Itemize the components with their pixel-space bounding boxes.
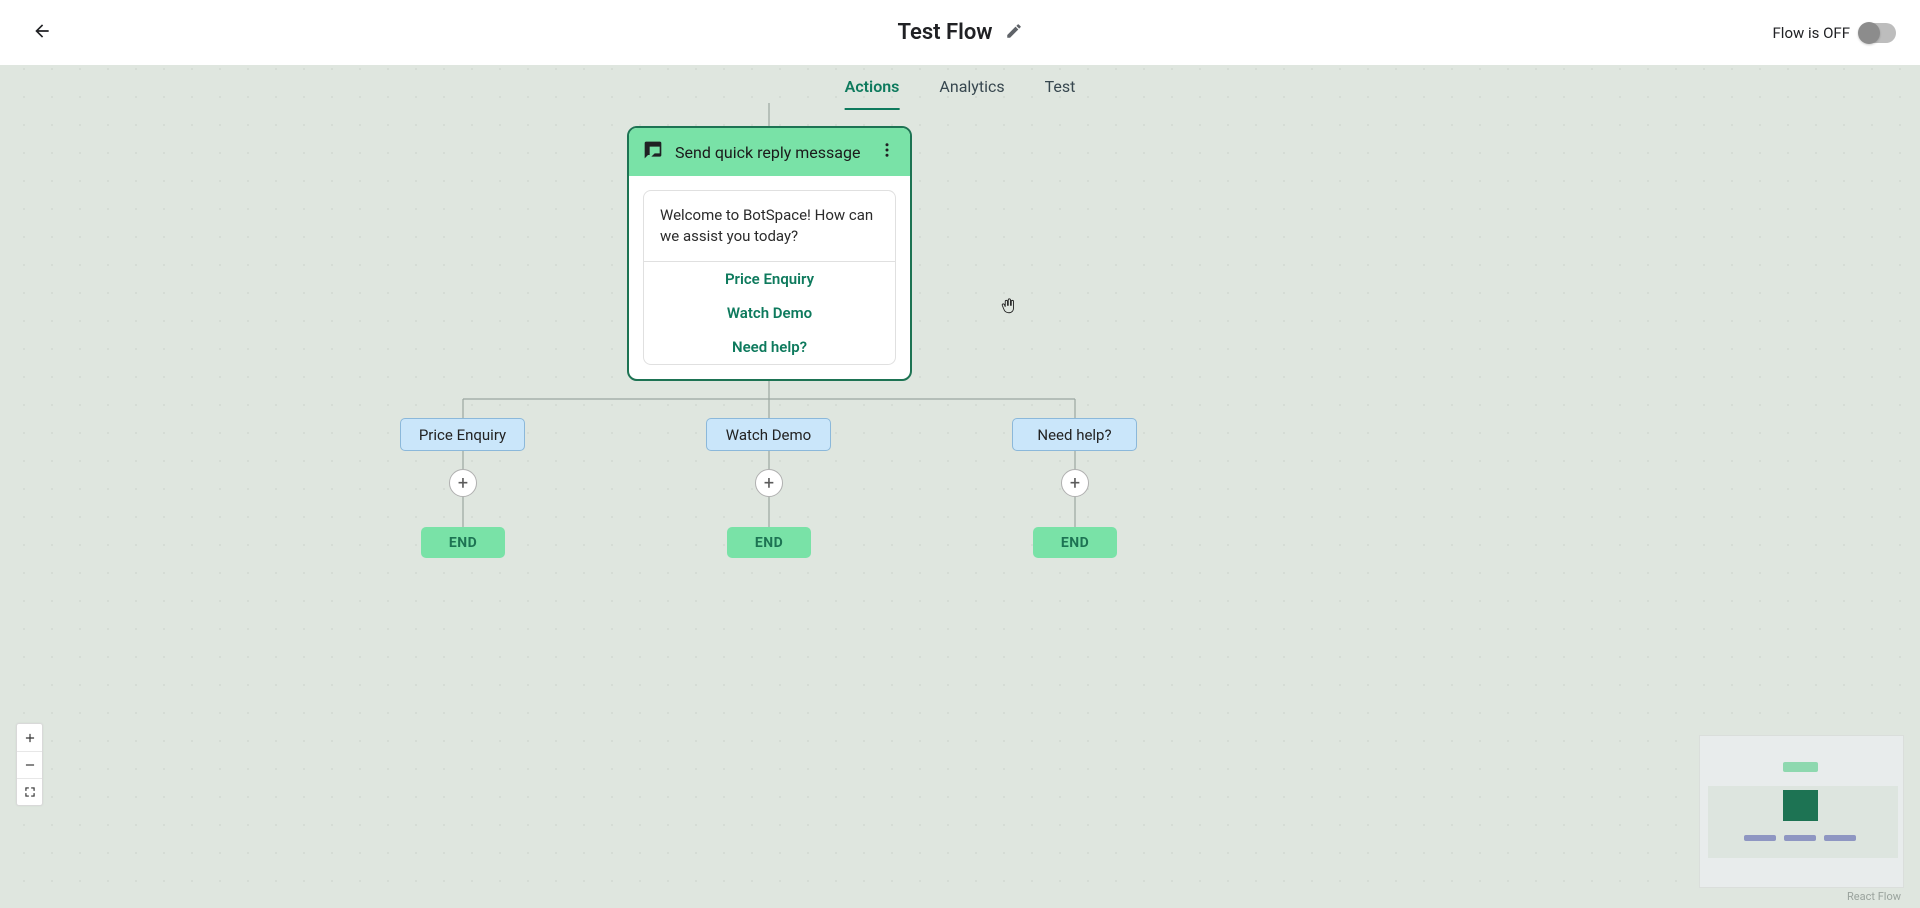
minimap-node	[1824, 835, 1856, 841]
fullscreen-icon	[23, 785, 37, 799]
zoom-out-button[interactable]	[17, 751, 42, 778]
end-node[interactable]: END	[421, 527, 505, 558]
add-step-button[interactable]: +	[1061, 469, 1089, 497]
tab-analytics[interactable]: Analytics	[939, 77, 1004, 110]
plus-icon	[23, 731, 37, 745]
quick-reply-icon	[643, 140, 663, 164]
tab-actions[interactable]: Actions	[845, 77, 900, 110]
flow-canvas[interactable]: Actions Analytics Test Send quick reply …	[0, 65, 1920, 908]
minimap-node	[1744, 835, 1776, 841]
toggle-knob	[1858, 22, 1880, 44]
flow-title: Test Flow	[897, 20, 992, 45]
end-label: END	[755, 535, 783, 551]
minimap-node	[1783, 790, 1818, 821]
canvas-tabs: Actions Analytics Test	[845, 77, 1076, 110]
minimap-node	[1783, 762, 1818, 772]
end-label: END	[449, 535, 477, 551]
branch-label: Need help?	[1037, 426, 1111, 444]
flow-status-label: Flow is OFF	[1773, 24, 1851, 42]
grab-cursor-icon	[1000, 297, 1018, 315]
branch-node-watch-demo[interactable]: Watch Demo	[706, 418, 831, 451]
plus-icon: +	[764, 473, 774, 494]
attribution-label: React Flow	[1847, 890, 1901, 903]
quick-reply-option[interactable]: Need help?	[644, 330, 895, 364]
kebab-icon	[878, 141, 896, 159]
quick-reply-option[interactable]: Watch Demo	[644, 296, 895, 330]
branch-node-price-enquiry[interactable]: Price Enquiry	[400, 418, 525, 451]
plus-icon: +	[1070, 473, 1080, 494]
add-step-button[interactable]: +	[449, 469, 477, 497]
zoom-in-button[interactable]	[17, 724, 42, 751]
end-node[interactable]: END	[1033, 527, 1117, 558]
branch-label: Price Enquiry	[419, 426, 506, 444]
plus-icon: +	[458, 473, 468, 494]
node-menu-button[interactable]	[878, 141, 896, 163]
node-send-quick-reply[interactable]: Send quick reply message Welcome to BotS…	[627, 126, 912, 381]
tab-test[interactable]: Test	[1045, 77, 1076, 110]
quick-reply-message-box: Welcome to BotSpace! How can we assist y…	[643, 190, 896, 365]
arrow-left-icon	[32, 21, 52, 41]
branch-label: Watch Demo	[726, 426, 811, 444]
edit-title-button[interactable]	[1005, 22, 1023, 44]
minus-icon	[23, 758, 37, 772]
end-node[interactable]: END	[727, 527, 811, 558]
back-button[interactable]	[32, 21, 52, 45]
quick-reply-option[interactable]: Price Enquiry	[644, 262, 895, 296]
minimap-viewport	[1708, 786, 1898, 858]
add-step-button[interactable]: +	[755, 469, 783, 497]
branch-node-need-help[interactable]: Need help?	[1012, 418, 1137, 451]
node-title: Send quick reply message	[675, 143, 866, 162]
flow-edges	[0, 65, 1920, 908]
minimap[interactable]: React Flow	[1699, 735, 1904, 888]
quick-reply-message-text: Welcome to BotSpace! How can we assist y…	[644, 191, 895, 262]
flow-toggle-switch[interactable]	[1860, 23, 1896, 43]
zoom-controls	[16, 723, 43, 806]
pencil-icon	[1005, 22, 1023, 40]
minimap-node	[1784, 835, 1816, 841]
fit-view-button[interactable]	[17, 778, 42, 805]
end-label: END	[1061, 535, 1089, 551]
